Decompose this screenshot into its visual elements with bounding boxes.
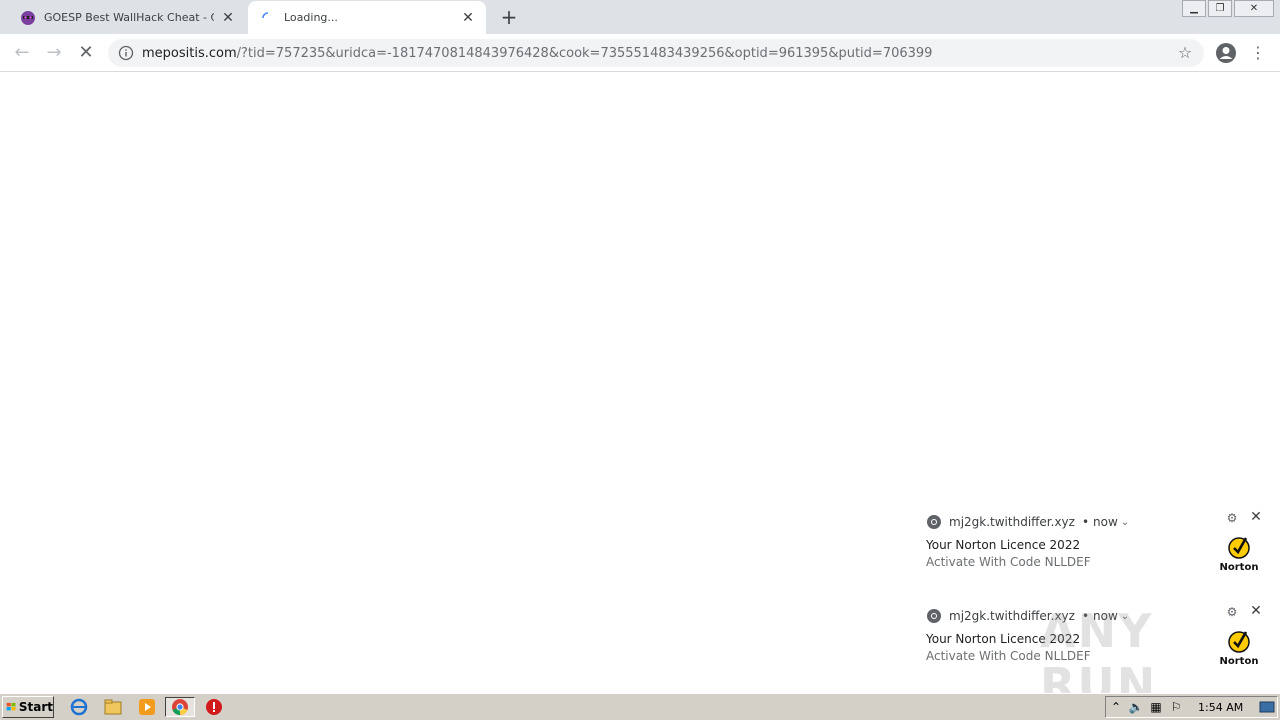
norton-check-icon: [1228, 537, 1250, 559]
tab-goesp[interactable]: GOESP Best WallHack Cheat - CSGO ✕: [8, 1, 246, 34]
norton-logo: Norton: [1218, 534, 1260, 573]
close-icon[interactable]: ✕: [1248, 509, 1264, 525]
close-window-button[interactable]: ✕: [1234, 0, 1274, 17]
forward-icon[interactable]: →: [42, 41, 66, 65]
show-desktop-icon[interactable]: [1259, 699, 1275, 715]
notification-origin: mj2gk.twithdiffer.xyz: [949, 515, 1075, 529]
url-text[interactable]: mepositis.com/?tid=757235&uridca=-181747…: [142, 46, 1176, 61]
browser-toolbar: ← → ✕ mepositis.com/?tid=757235&uridca=-…: [0, 34, 1280, 72]
minimize-button[interactable]: ▁: [1182, 0, 1206, 17]
start-button[interactable]: Start: [2, 696, 54, 718]
tab-loading[interactable]: Loading... ✕: [248, 1, 486, 34]
notification-card[interactable]: mj2gk.twithdiffer.xyz • now ⌄ ⚙ ✕ Your N…: [916, 508, 1272, 592]
chevron-down-icon[interactable]: ⌄: [1121, 517, 1129, 528]
notification-title: Your Norton Licence 2022: [926, 538, 1081, 552]
folder-glyph: [104, 699, 122, 715]
separator-dot: •: [1081, 515, 1090, 529]
stop-glyph: [206, 699, 222, 715]
start-label: Start: [18, 700, 53, 714]
clock[interactable]: 1:54 AM: [1198, 701, 1243, 714]
stop-sign-icon[interactable]: [203, 697, 225, 717]
gear-icon[interactable]: ⚙: [1224, 510, 1240, 526]
norton-label: Norton: [1219, 562, 1259, 573]
bookmark-star-icon[interactable]: ☆: [1176, 44, 1194, 62]
tab-title: GOESP Best WallHack Cheat - CSGO: [44, 11, 214, 24]
notification-body: Activate With Code NLLDEF: [926, 555, 1091, 569]
url-host: mepositis.com: [142, 45, 237, 61]
chrome-icon: [927, 609, 941, 623]
close-icon[interactable]: ✕: [460, 10, 476, 26]
new-tab-button[interactable]: +: [498, 6, 520, 28]
chrome-icon: [172, 699, 188, 716]
ie-glyph: [70, 698, 88, 716]
explorer-icon[interactable]: [102, 697, 124, 717]
page-content: [0, 73, 1280, 693]
taskbar: Start ⌃ 🔈 ▦ ⚐ 1:54 AM: [0, 693, 1280, 720]
window-controls: ▁ ❐ ✕: [1180, 0, 1274, 18]
tray-expand-icon[interactable]: ⌃: [1106, 698, 1126, 716]
volume-icon[interactable]: 🔈: [1126, 698, 1146, 716]
media-glyph: [139, 699, 155, 715]
menu-icon[interactable]: ⋮: [1250, 42, 1266, 64]
chrome-taskbar-button[interactable]: [165, 697, 195, 717]
restore-button[interactable]: ❐: [1208, 0, 1232, 17]
tab-title: Loading...: [284, 11, 338, 24]
url-path: /?tid=757235&uridca=-1817470814843976428…: [236, 45, 933, 61]
action-center-flag-icon[interactable]: ⚐: [1166, 698, 1186, 716]
network-icon[interactable]: ▦: [1146, 698, 1166, 716]
hacker-favicon-icon: [21, 10, 35, 25]
loading-spinner-icon: [262, 11, 269, 18]
notification-time: now: [1093, 515, 1118, 529]
info-icon[interactable]: [118, 45, 134, 61]
ie-icon[interactable]: [68, 697, 90, 717]
profile-icon[interactable]: [1215, 42, 1237, 64]
media-player-icon[interactable]: [136, 697, 158, 717]
address-bar[interactable]: mepositis.com/?tid=757235&uridca=-181747…: [108, 39, 1204, 67]
system-tray: ⌃ 🔈 ▦ ⚐ 1:54 AM: [1105, 696, 1278, 718]
stop-icon[interactable]: ✕: [74, 41, 98, 65]
chrome-icon: [927, 515, 941, 529]
close-icon[interactable]: ✕: [220, 10, 236, 26]
notification-header: mj2gk.twithdiffer.xyz • now ⌄: [926, 514, 1129, 530]
windows-flag-icon: [6, 702, 16, 711]
back-icon[interactable]: ←: [10, 41, 34, 65]
tab-strip: GOESP Best WallHack Cheat - CSGO ✕ Loadi…: [0, 0, 1280, 34]
